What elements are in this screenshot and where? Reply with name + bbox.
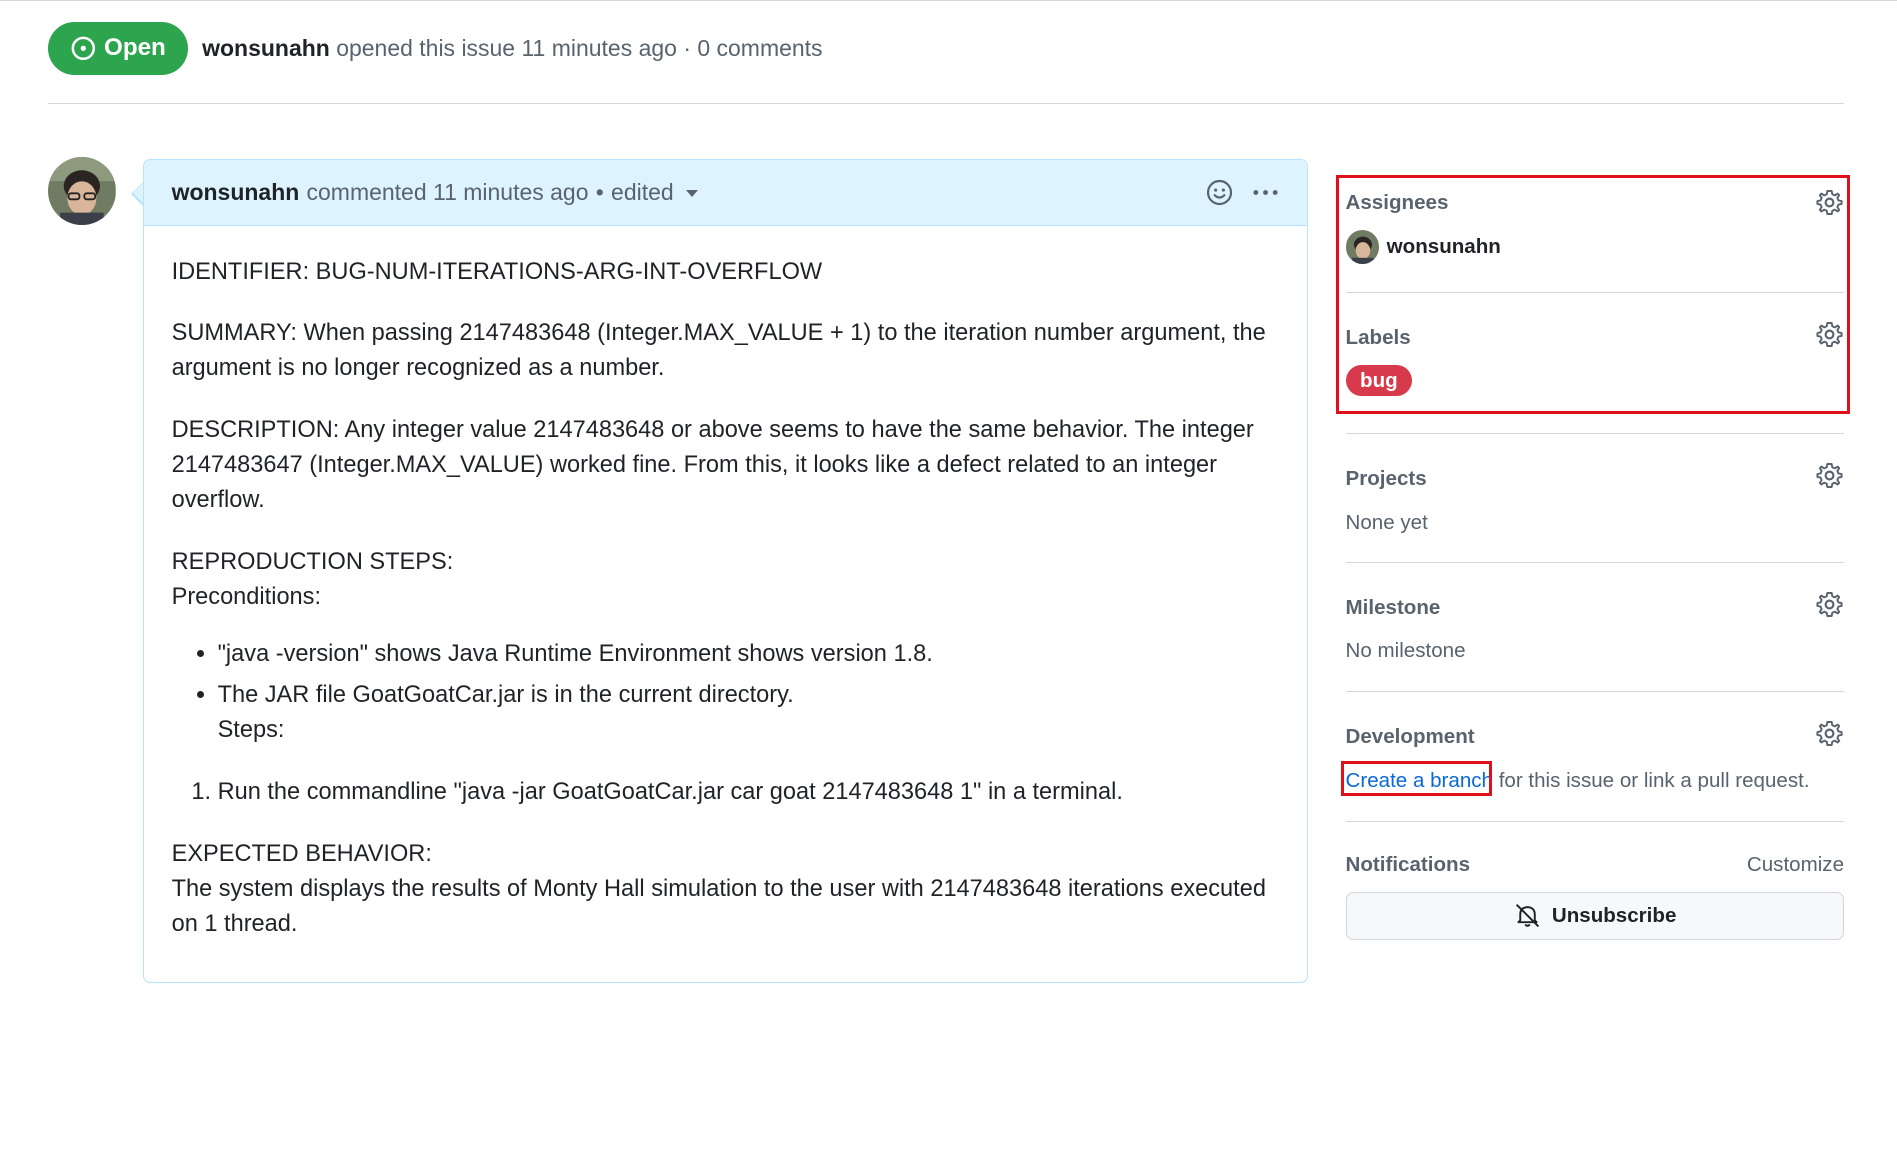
- development-section: Development Create a branch for this iss…: [1345, 692, 1845, 822]
- comment-header: wonsunahn commented 11 minutes ago • edi…: [143, 159, 1307, 226]
- kebab-horizontal-icon[interactable]: [1251, 178, 1280, 207]
- top-border: [0, 0, 1897, 2]
- smiley-icon[interactable]: [1205, 178, 1234, 207]
- summary-paragraph: SUMMARY: When passing 2147483648 (Intege…: [171, 319, 1266, 381]
- preconditions-heading: Preconditions:: [171, 583, 322, 610]
- milestone-section: Milestone No milestone: [1345, 563, 1845, 693]
- bell-slash-icon: [1516, 904, 1540, 928]
- comment-edited-label: edited: [611, 178, 674, 205]
- issue-header: Open wonsunahn opened this issue 11 minu…: [48, 21, 823, 75]
- projects-title[interactable]: Projects: [1346, 467, 1427, 491]
- comment-author-link[interactable]: wonsunahn: [172, 179, 300, 206]
- comment-body: IDENTIFIER: BUG-NUM-ITERATIONS-ARG-INT-O…: [144, 254, 1307, 941]
- issue-comment: wonsunahn commented 11 minutes ago • edi…: [142, 158, 1308, 984]
- unsubscribe-label: Unsubscribe: [1551, 903, 1677, 927]
- expected-heading: EXPECTED BEHAVIOR:: [171, 839, 432, 866]
- customize-link[interactable]: Customize: [1747, 853, 1844, 877]
- projects-value: None yet: [1345, 511, 1428, 535]
- comment-action: commented: [306, 178, 427, 205]
- issue-state-label: Open: [104, 34, 166, 62]
- list-item: "java -version" shows Java Runtime Envir…: [218, 636, 1279, 671]
- comment-separator: •: [595, 178, 604, 205]
- gear-icon[interactable]: [1815, 590, 1844, 619]
- issue-opened-icon: [71, 36, 96, 61]
- issue-meta-text: opened this issue 11 minutes ago · 0 com…: [336, 34, 823, 61]
- description-paragraph: DESCRIPTION: Any integer value 214748364…: [171, 416, 1254, 513]
- expected-paragraph: EXPECTED BEHAVIOR: The system displays t…: [172, 836, 1279, 941]
- gear-icon[interactable]: [1815, 461, 1844, 490]
- issue-state-badge: Open: [48, 21, 188, 75]
- highlight-assignees-labels: [1335, 175, 1851, 414]
- header-divider: [48, 102, 1845, 105]
- list-item: The JAR file GoatGoatCar.jar is in the c…: [218, 677, 1279, 747]
- issue-author-link[interactable]: wonsunahn: [202, 35, 330, 61]
- notifications-title: Notifications: [1345, 853, 1471, 877]
- repro-paragraph: REPRODUCTION STEPS: Preconditions:: [172, 544, 1279, 614]
- comment-actions: [1205, 178, 1280, 207]
- milestone-title[interactable]: Milestone: [1346, 596, 1441, 620]
- gear-icon[interactable]: [1815, 719, 1844, 748]
- comment-author-avatar[interactable]: [48, 157, 117, 226]
- comment-timestamp[interactable]: 11 minutes ago: [433, 179, 588, 206]
- unsubscribe-button[interactable]: Unsubscribe: [1345, 891, 1845, 941]
- highlight-create-branch: [1340, 761, 1492, 797]
- development-suffix: for this issue or link a pull request.: [1498, 768, 1810, 792]
- steps-list: Run the commandline "java -jar GoatGoatC…: [172, 774, 1279, 809]
- comment-edited-dropdown[interactable]: edited: [611, 179, 698, 206]
- projects-section: Projects None yet: [1345, 432, 1845, 564]
- list-item: Run the commandline "java -jar GoatGoatC…: [218, 774, 1279, 809]
- comment-pointer-fill: [132, 182, 144, 203]
- preconditions-list: "java -version" shows Java Runtime Envir…: [172, 636, 1279, 747]
- issue-meta: wonsunahn opened this issue 11 minutes a…: [202, 35, 822, 62]
- identifier-paragraph: IDENTIFIER: BUG-NUM-ITERATIONS-ARG-INT-O…: [171, 257, 823, 284]
- expected-text: The system displays the results of Monty…: [171, 874, 1266, 936]
- precondition-text: The JAR file GoatGoatCar.jar is in the c…: [217, 681, 794, 708]
- development-title[interactable]: Development: [1346, 725, 1475, 749]
- repro-heading: REPRODUCTION STEPS:: [171, 548, 454, 575]
- milestone-value: No milestone: [1345, 639, 1466, 663]
- steps-heading: Steps:: [217, 716, 285, 743]
- triangle-down-icon: [685, 190, 698, 197]
